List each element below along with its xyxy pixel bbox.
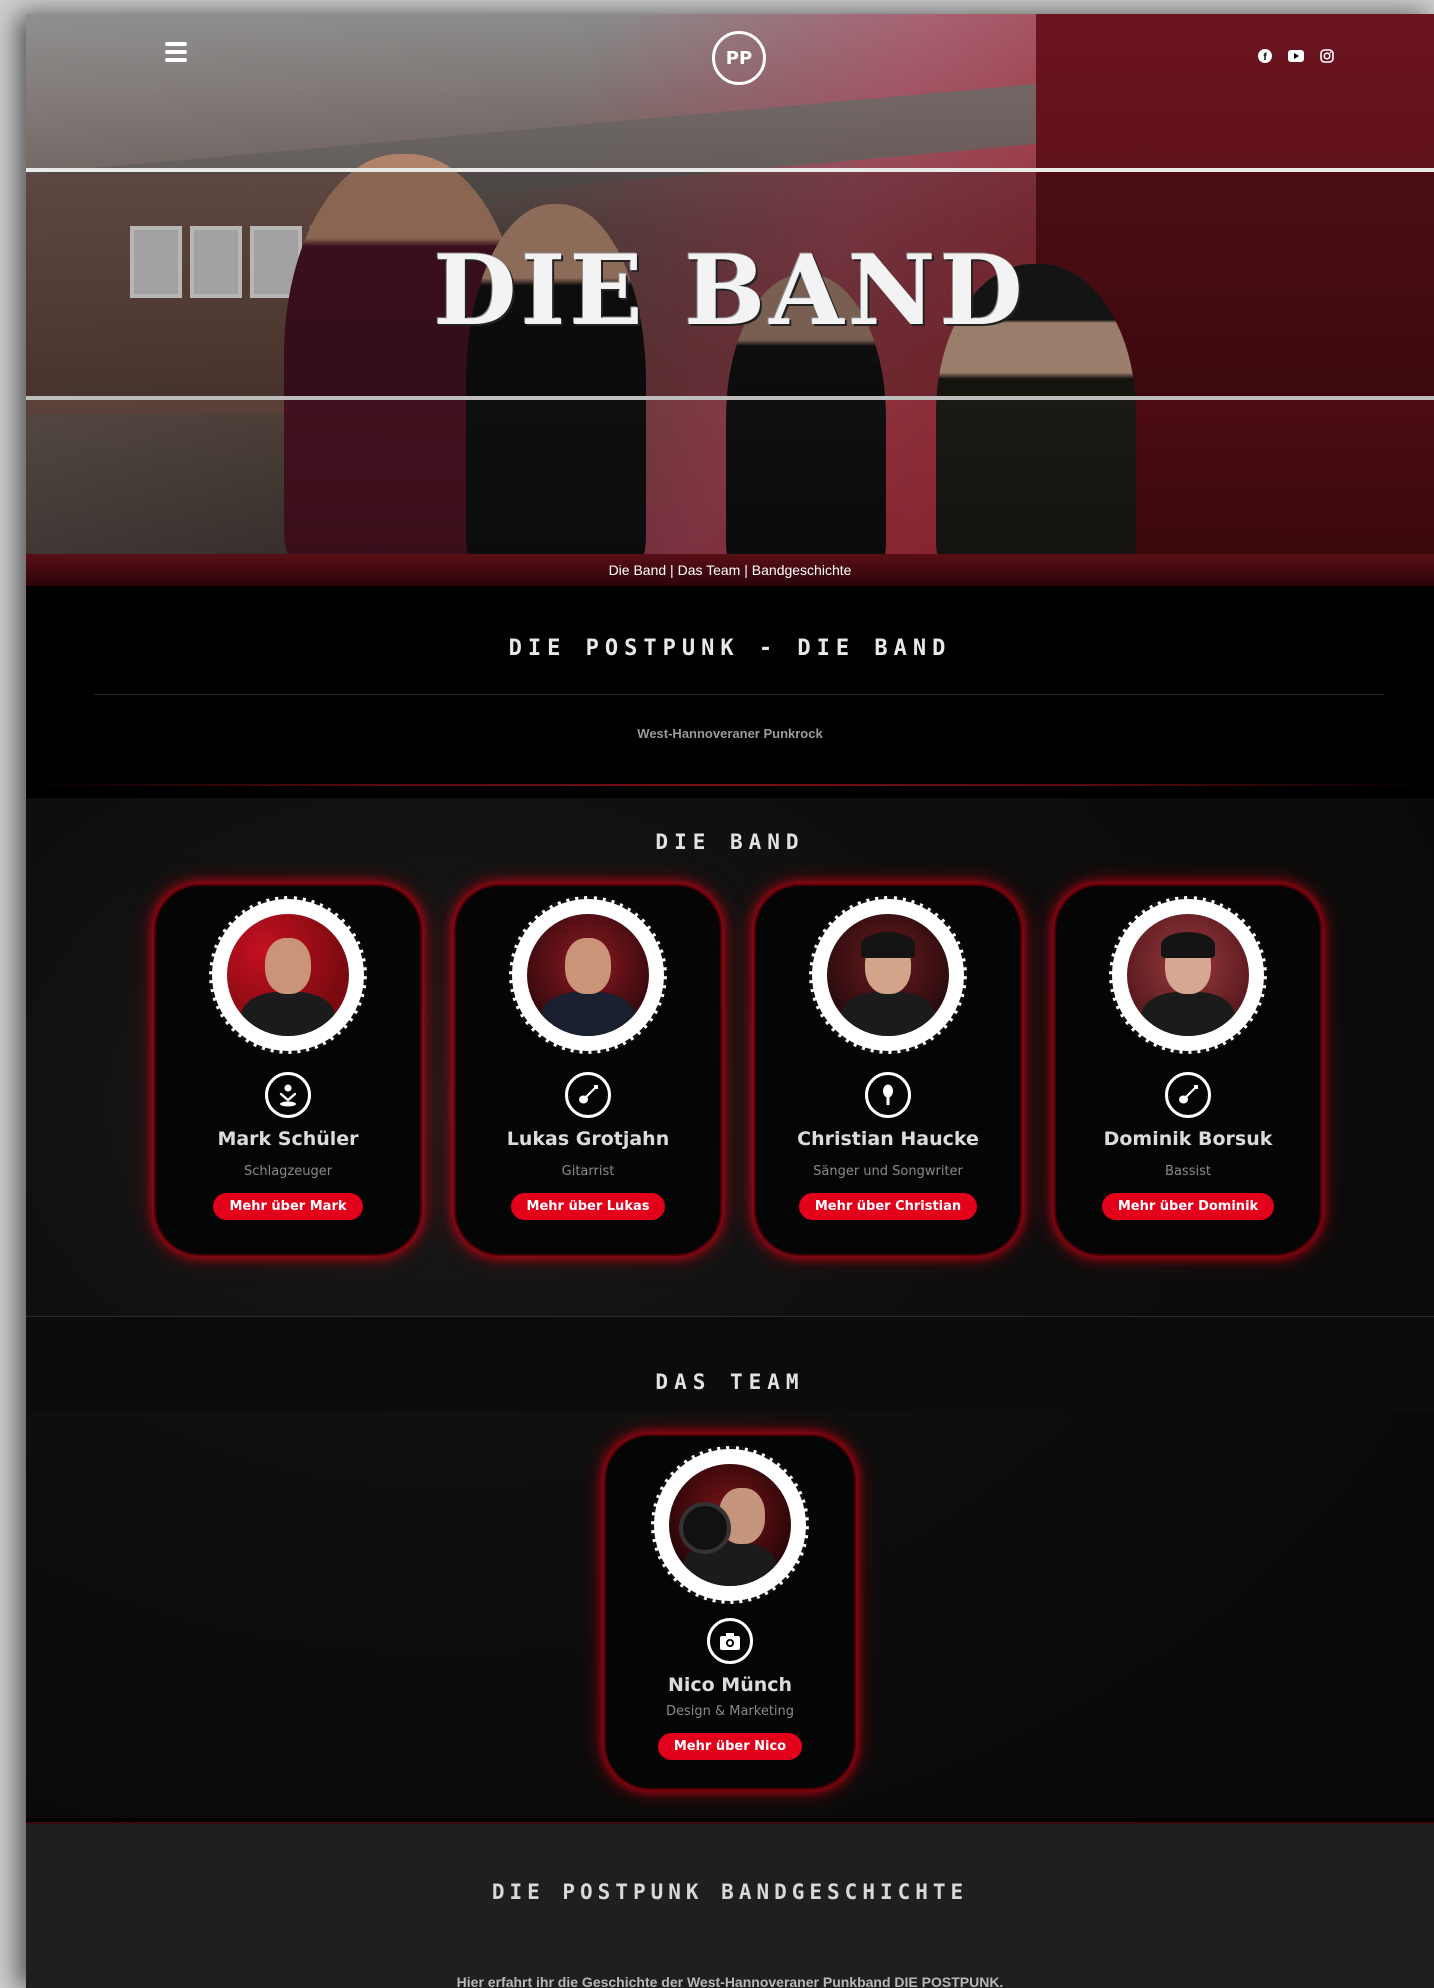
member-role: Design & Marketing [665,1704,795,1719]
member-card: Lukas Grotjahn Gitarrist Mehr über Lukas [454,884,722,1256]
microphone-icon [865,1072,911,1118]
member-role: Sänger und Songwriter [813,1164,963,1179]
guitar-icon [565,1072,611,1118]
history-section: DIE POSTPUNK BANDGESCHICHTE Hier erfahrt… [26,1822,1434,1988]
youtube-icon[interactable] [1286,46,1305,65]
member-card: Christian Haucke Sänger und Songwriter M… [754,884,1022,1256]
bass-guitar-icon [1165,1072,1211,1118]
more-about-dominik-button[interactable]: Mehr über Dominik [1101,1193,1275,1220]
social-links: f [1255,46,1336,65]
photo-camera [679,1502,731,1554]
member-role: Schlagzeuger [243,1164,333,1179]
team-title-band [26,1316,1434,1412]
member-name: Mark Schüler [217,1128,359,1150]
more-about-lukas-button[interactable]: Mehr über Lukas [510,1193,666,1220]
divider-red [26,784,1434,786]
member-photo [527,914,649,1036]
member-role: Gitarrist [561,1164,615,1179]
photo-hat [861,932,915,958]
intro-subtitle: West-Hannoveraner Punkrock [637,726,823,741]
hero-banner: DIE BAND PP f [26,14,1434,554]
breadcrumb: Die Band | Das Team | Bandgeschichte [26,554,1434,586]
instagram-icon[interactable] [1317,46,1336,65]
member-photo [1127,914,1249,1036]
section-title-band: DIE BAND [655,830,805,854]
member-portrait [651,1446,809,1604]
member-card: Dominik Borsuk Bassist Mehr über Dominik [1054,884,1322,1256]
photo-face [265,938,311,994]
more-about-nico-button[interactable]: Mehr über Nico [657,1733,803,1760]
photo-body [1141,992,1235,1036]
breadcrumb-link-team[interactable]: Das Team [678,562,741,578]
hamburger-icon[interactable] [165,42,187,62]
band-section: DIE BAND Mark Schüler Schlagzeuger Mehr … [26,798,1434,1818]
member-portrait [509,896,667,1054]
member-photo [827,914,949,1036]
page-title: DIE BAND [433,234,1027,347]
member-name: Lukas Grotjahn [506,1128,670,1150]
more-about-mark-button[interactable]: Mehr über Mark [213,1193,363,1220]
hamburger-line [165,42,187,46]
intro-title: DIE POSTPUNK - DIE BAND [508,636,952,661]
divider [94,694,1384,695]
member-name: Christian Haucke [797,1128,979,1150]
breadcrumb-separator: | [670,562,674,578]
photo-body [241,992,335,1036]
member-photo [227,914,349,1036]
member-portrait [809,896,967,1054]
member-card: Nico Münch Design & Marketing Mehr über … [604,1434,856,1790]
camera-icon [707,1618,753,1664]
member-card: Mark Schüler Schlagzeuger Mehr über Mark [154,884,422,1256]
facebook-icon[interactable]: f [1255,46,1274,65]
section-title-team: DAS TEAM [655,1370,805,1394]
member-name: Nico Münch [667,1674,793,1696]
hamburger-line [165,50,187,54]
photo-body [541,992,635,1036]
photo-face [565,938,611,994]
drummer-icon [265,1072,311,1118]
page: DIE BAND PP f Die Band | Das Team | Band… [26,14,1434,1988]
photo-hat [1161,932,1215,958]
member-role: Bassist [1165,1164,1211,1179]
member-portrait [209,896,367,1054]
member-name: Dominik Borsuk [1103,1128,1273,1150]
photo-body [841,992,935,1036]
breadcrumb-link-band[interactable]: Die Band [609,562,667,578]
section-title-history: DIE POSTPUNK BANDGESCHICHTE [491,1880,969,1904]
history-text: Hier erfahrt ihr die Geschichte der West… [456,1974,1004,1988]
logo-text: PP [725,47,753,69]
hamburger-line [165,58,187,62]
member-photo [669,1464,791,1586]
member-portrait [1109,896,1267,1054]
logo[interactable]: PP [712,31,766,85]
more-about-christian-button[interactable]: Mehr über Christian [798,1193,978,1220]
breadcrumb-separator: | [744,562,748,578]
breadcrumb-link-history[interactable]: Bandgeschichte [752,562,852,578]
